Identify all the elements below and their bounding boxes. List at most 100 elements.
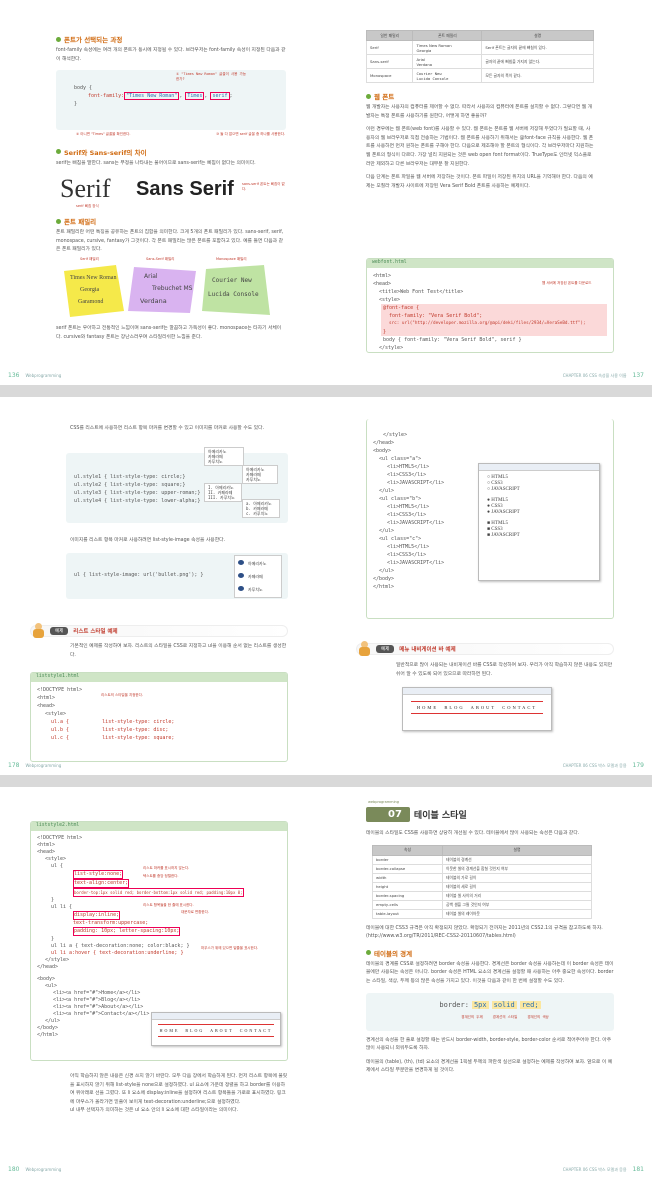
table-cell: Serif — [365, 40, 414, 55]
annotation: ② 아니면 "Times" 글꼴을 확인한다. — [76, 132, 131, 137]
page-181: webprogramming 07 테이블 스타일 테이블의 스타일도 CSS를… — [326, 787, 652, 1179]
code-line: <head> — [37, 849, 56, 855]
nav-bar: HOME BLOG ABOUT CONTACT — [158, 1024, 274, 1037]
page-gap — [0, 775, 652, 787]
code-line: <head> — [37, 703, 56, 709]
example-header: 예제 리스트 스타일 예제 — [30, 623, 288, 638]
bullet-image-icon — [238, 586, 244, 591]
code-line: border-top:1px solid red; border-bottom:… — [73, 888, 244, 897]
paragraph: 이미지를 리스트 항목 마커로 사용하려면 list-style-image 속… — [70, 538, 226, 543]
table-header: 폰트 패밀리 — [412, 30, 483, 41]
paragraph: 경계선의 속성을 한 줄로 설정할 때는 반드시 border-width, b… — [366, 1037, 612, 1052]
table-row: empty-cells 공백 셀을 그릴 것인지 여부 — [372, 899, 592, 910]
code-line: } — [383, 329, 387, 335]
page-number: 178 — [8, 762, 20, 769]
code-line: <html> — [37, 842, 56, 848]
table-cell: height — [372, 881, 443, 892]
annotation: 대문자로 변환한다. — [181, 910, 209, 914]
running-head: CHAPTER 06 CSS 박스 모델과 응용 — [562, 762, 627, 768]
browser-preview: HOME BLOG ABOUT CONTACT — [402, 687, 552, 731]
table-header: 일반 패밀리 — [365, 30, 414, 41]
code-line: ul li a:hover { text-decoration:underlin… — [51, 950, 184, 956]
font-name: Lucida Console — [208, 291, 259, 299]
serif-sample: Serif — [60, 174, 111, 204]
heading-text: Serif와 Sans-serif의 차이 — [64, 148, 147, 157]
code-line: font-family: "Times New Roman", Times, se… — [88, 92, 233, 101]
font-family-diagram: Serif 패밀리 Sans-Serif 패밀리 Monospace 패밀리 T… — [56, 257, 286, 321]
code-line: body { font-family: "Vera Serif Bold", s… — [383, 337, 522, 343]
family-label: Serif 패밀리 — [80, 257, 99, 262]
table-cell: 테이블 셀의 레이아웃 — [442, 908, 592, 919]
bullet-icon — [56, 36, 61, 42]
browser-toolbar — [152, 1013, 280, 1020]
bullet-icon — [56, 218, 61, 224]
font-name: Verdana — [140, 297, 167, 306]
paragraph: 다음 단계는 폰트 파일을 웹 서버에 저장하는 것이다. 폰트 파일이 저장된… — [366, 175, 593, 189]
annotation: 리스트의 스타일을 지정한다. — [101, 693, 143, 697]
page-number: 179 — [632, 762, 644, 769]
section-number-badge: webprogramming 07 — [366, 800, 410, 822]
code-line: ul.style2 { list-style-type: square;} — [74, 482, 186, 488]
list-item-text: CSS3 — [491, 527, 503, 532]
example-title: 리스트 스타일 예제 — [73, 629, 118, 635]
list-item: 아메리카노 — [238, 557, 278, 570]
code-line: ul.style4 { list-style-type: lower-alpha… — [74, 498, 201, 504]
annotation: ③ 둘 다 없으면 serif 글꼴 중 하나를 사용한다. — [216, 132, 286, 137]
page-number: 181 — [632, 1166, 644, 1173]
annotation: serif 삐침 장식 — [76, 204, 99, 209]
code-line: </style> — [45, 957, 70, 963]
code-line: <html> — [37, 695, 56, 701]
table-cell: 테이블의 경계선 — [442, 854, 592, 865]
section-heading: 폰트 패밀리 — [56, 216, 286, 226]
list-item-text: HTML5 — [491, 521, 508, 526]
page-footer: CHAPTER 06 CSS 속성을 사용 이름 137 — [563, 372, 644, 379]
source-panel: liststyle1.html <!DOCTYPE html> <html> <… — [30, 672, 288, 762]
page-footer: 178 Webprogramming — [8, 762, 61, 769]
code-line: </head> — [373, 440, 395, 446]
list-item: 카푸치노 — [238, 583, 278, 596]
annotation: 경계선의 두께 — [461, 1014, 483, 1019]
code-value: solid — [491, 1000, 517, 1009]
code-line: <style> — [45, 711, 67, 717]
serif-comparison: Serif Sans Serif serif 삐침 장식 sans-serif … — [56, 172, 286, 212]
table-cell: 테이블의 세로 길이 — [442, 881, 592, 892]
code-line: ul.a { list-style-type: circle; — [51, 719, 175, 725]
list-preview: 아메리카노 카페라떼 카푸치노 — [204, 447, 244, 466]
list-preview: 아메리카노 카페라떼 카푸치노 — [242, 465, 278, 484]
code-line: src: url("http://developer.mozilla.org/@… — [389, 321, 586, 326]
font-name: Georgia — [80, 287, 100, 294]
family-label: Monospace 패밀리 — [216, 257, 247, 262]
code-value: 5px — [471, 1000, 489, 1009]
sans-serif-sample: Sans Serif — [136, 178, 234, 201]
code-line: text-transform:uppercase; — [73, 920, 149, 926]
annotation: ① "Times New Roman" 글꼴이 사용 가능 한가? — [176, 72, 246, 81]
table-row: table-layout 테이블 셀의 레이아웃 — [372, 908, 592, 919]
source-title: webfont.html — [367, 259, 613, 268]
list-item: c. 카푸치노 — [246, 511, 268, 516]
code-line: ul.b { list-style-type: disc; — [51, 727, 169, 733]
table-cell: 테이블 셀 사이의 거리 — [442, 890, 592, 901]
source-title: liststyle1.html — [31, 673, 287, 682]
table-cell: Times New Roman Georgia — [412, 40, 483, 55]
code-line: </head> — [37, 964, 59, 970]
paragraph: 아직 학습하지 않은 내용은 신경 쓰지 않기 바란다. 모두 다음 장에서 학… — [70, 1074, 288, 1105]
list-item-text: 아메리카노 — [248, 561, 267, 566]
page-gap — [0, 385, 652, 397]
annotation: 리스트 마커를 표시하지 않는다. — [143, 866, 190, 870]
code-line: ul.style1 { list-style-type: circle;} — [74, 474, 186, 480]
table-header: 속성 — [372, 844, 443, 856]
bullet-image-icon — [238, 560, 244, 565]
annotation: 경계선의 스타일 — [492, 1014, 518, 1019]
list-item-text: HTML5 — [491, 498, 508, 503]
code-line: padding: 10px; letter-spacing:10px; — [73, 927, 181, 936]
code-value: serif — [210, 92, 230, 101]
table-row: border 테이블의 경계선 — [372, 854, 592, 865]
nav-bar: HOME BLOG ABOUT CONTACT — [411, 701, 543, 714]
page-number: 137 — [632, 372, 644, 379]
list-item-text: JAVASCRIPT — [491, 510, 520, 515]
list-item-text: JAVASCRIPT — [491, 487, 520, 492]
family-label: Sans-Serif 패밀리 — [146, 257, 175, 262]
table-cell: Serif 폰트는 글자의 끝에 삐침이 있다. — [481, 40, 594, 55]
example-header: 예제 메뉴 내비게이션 바 예제 — [356, 641, 614, 656]
source-panel: webfont.html <html> <head> <title>Web Fo… — [366, 258, 614, 353]
